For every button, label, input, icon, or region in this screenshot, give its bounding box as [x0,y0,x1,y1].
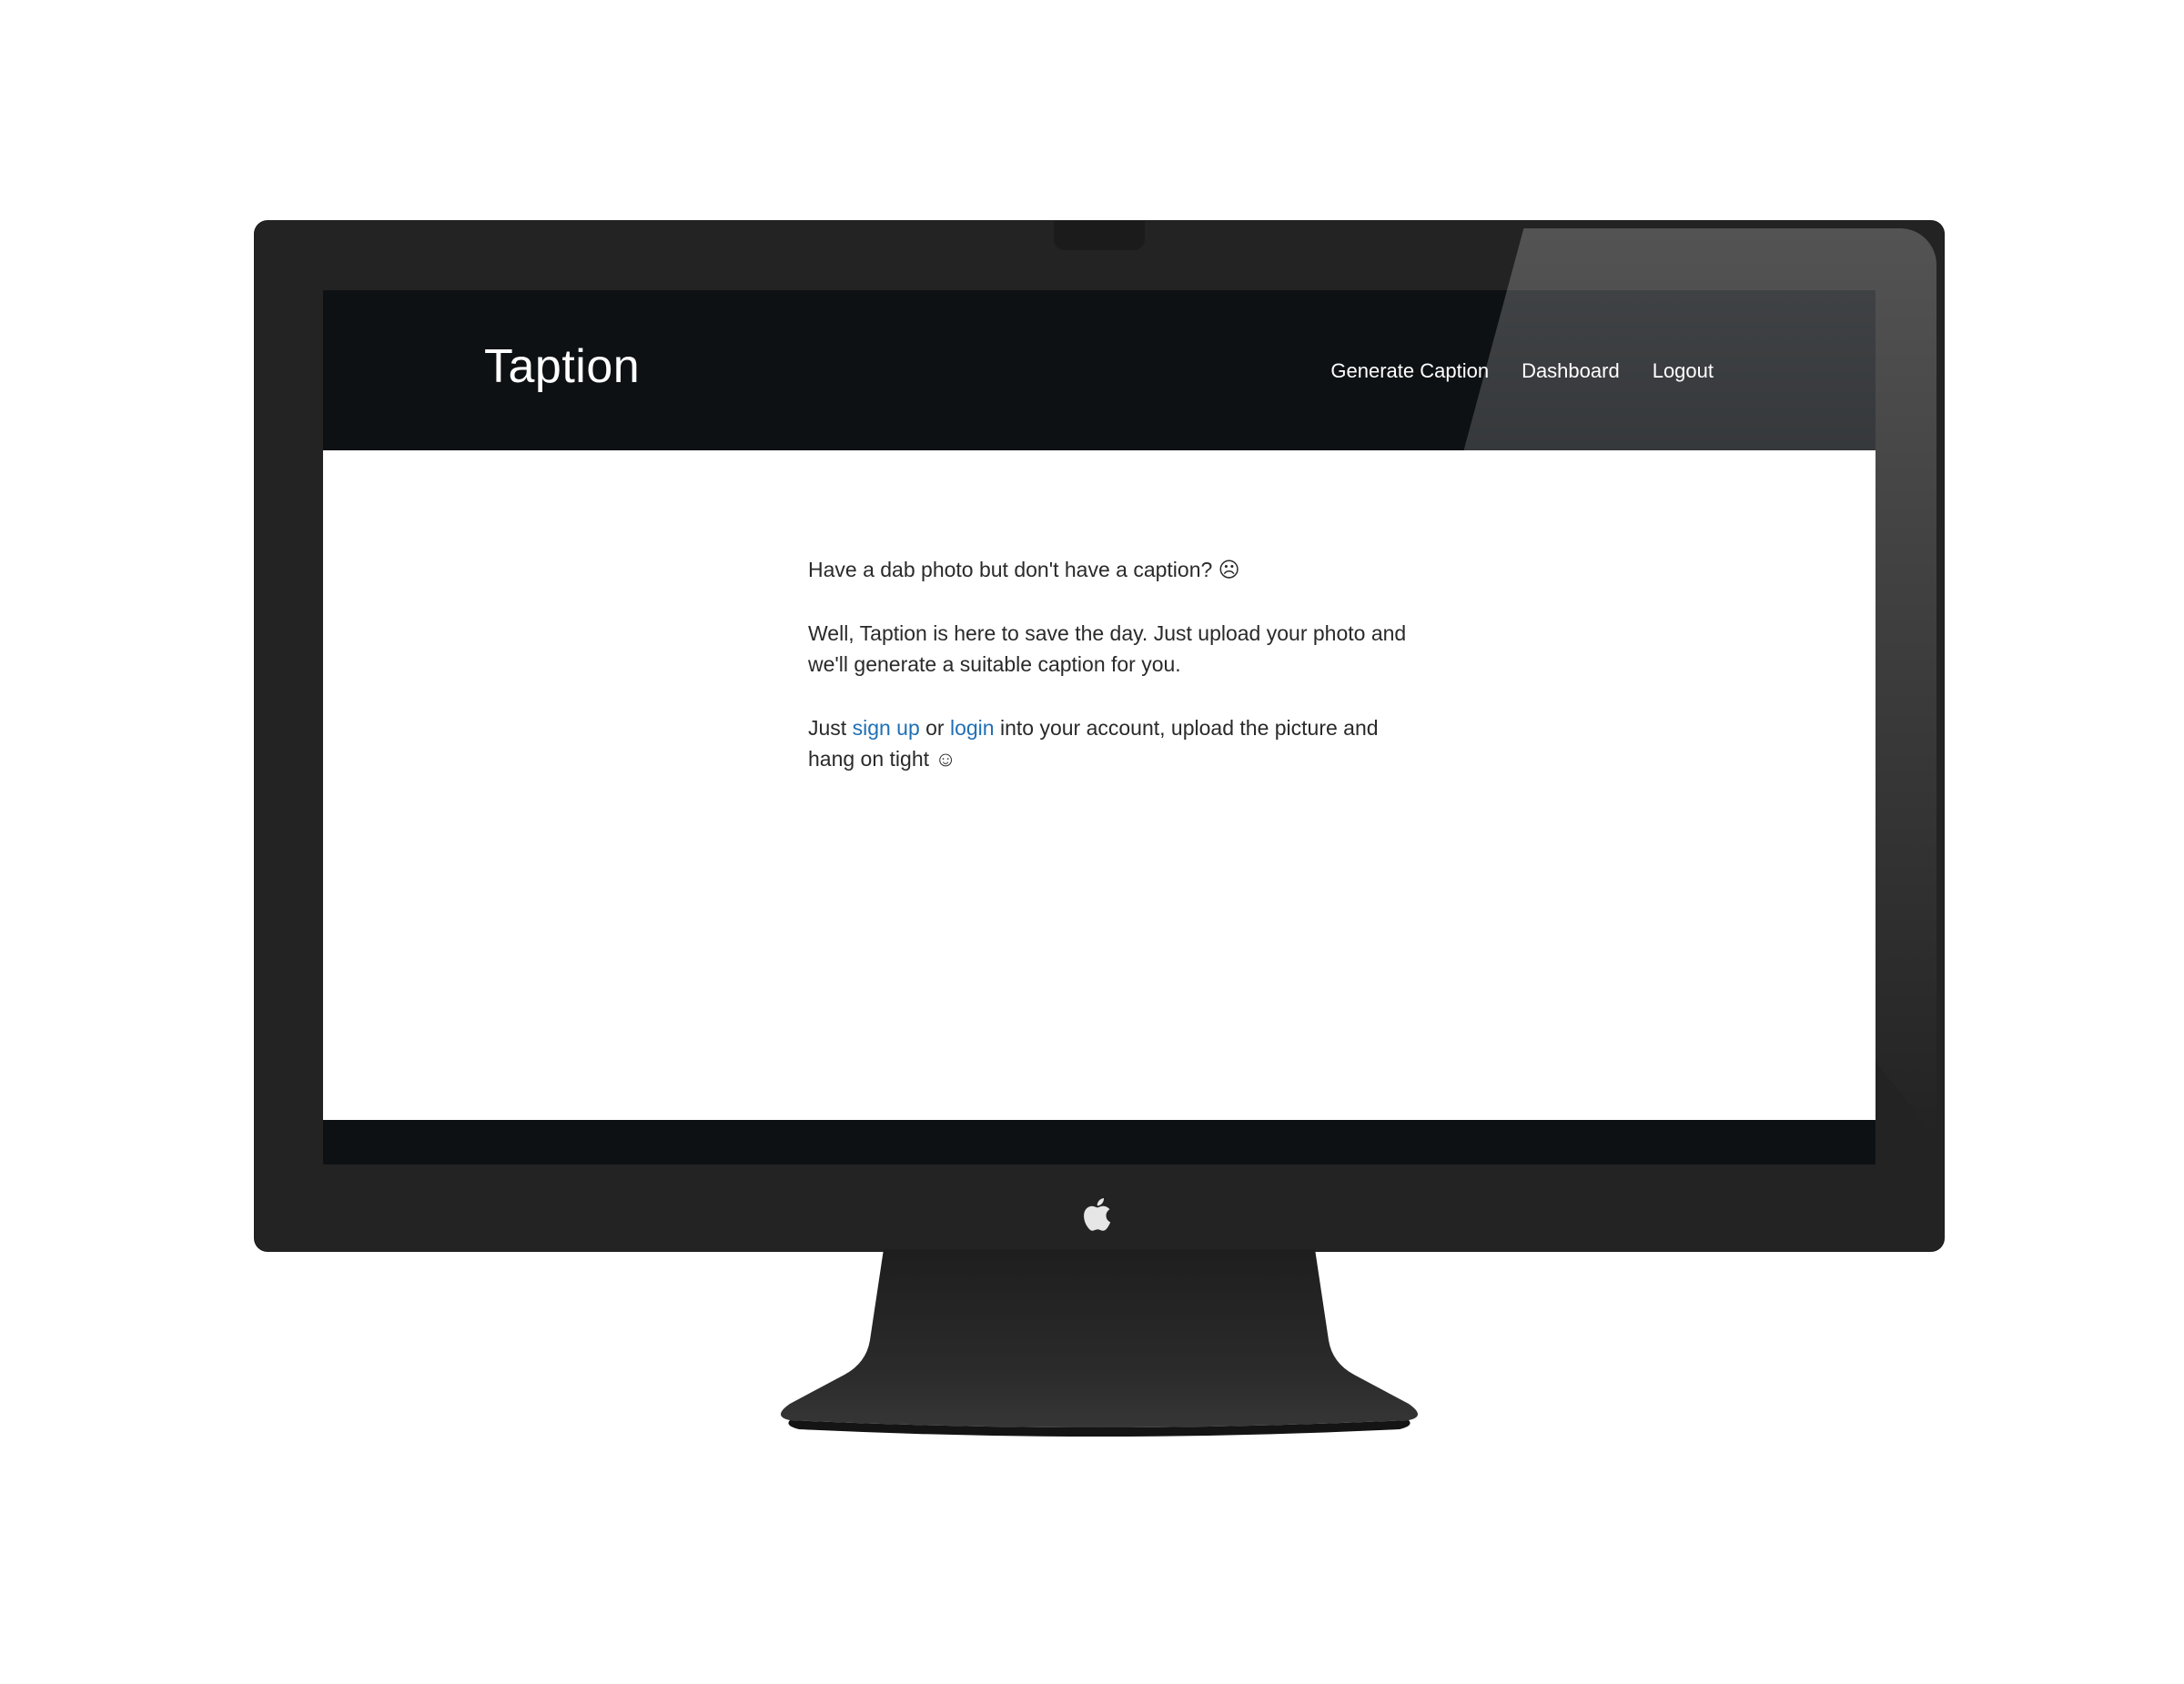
nav-generate-caption[interactable]: Generate Caption [1330,359,1489,383]
apple-icon [1084,1198,1111,1231]
brand-logo[interactable]: Taption [484,339,640,394]
footer-bar [323,1120,1876,1165]
nav-dashboard[interactable]: Dashboard [1522,359,1620,383]
nav-logout[interactable]: Logout [1653,359,1714,383]
monitor-bezel: Taption Generate Caption Dashboard Logou… [255,221,1944,1251]
intro-description: Well, Taption is here to save the day. J… [808,621,1407,676]
intro-cta: Just sign up or login into your account,… [808,712,1409,774]
monitor-stand [781,1249,1418,1437]
mockup-stage: Taption Generate Caption Dashboard Logou… [0,0,2184,1684]
intro-content: Have a dab photo but don't have a captio… [808,554,1409,807]
browser-viewport: Taption Generate Caption Dashboard Logou… [323,290,1876,1165]
intro-question: Have a dab photo but don't have a captio… [808,558,1240,581]
cta-or: or [919,716,950,740]
cta-prefix: Just [808,716,853,740]
camera-notch [1054,221,1145,250]
nav-links: Generate Caption Dashboard Logout [1330,359,1714,383]
login-link[interactable]: login [950,716,995,740]
signup-link[interactable]: sign up [853,716,920,740]
navbar: Taption Generate Caption Dashboard Logou… [323,290,1876,450]
